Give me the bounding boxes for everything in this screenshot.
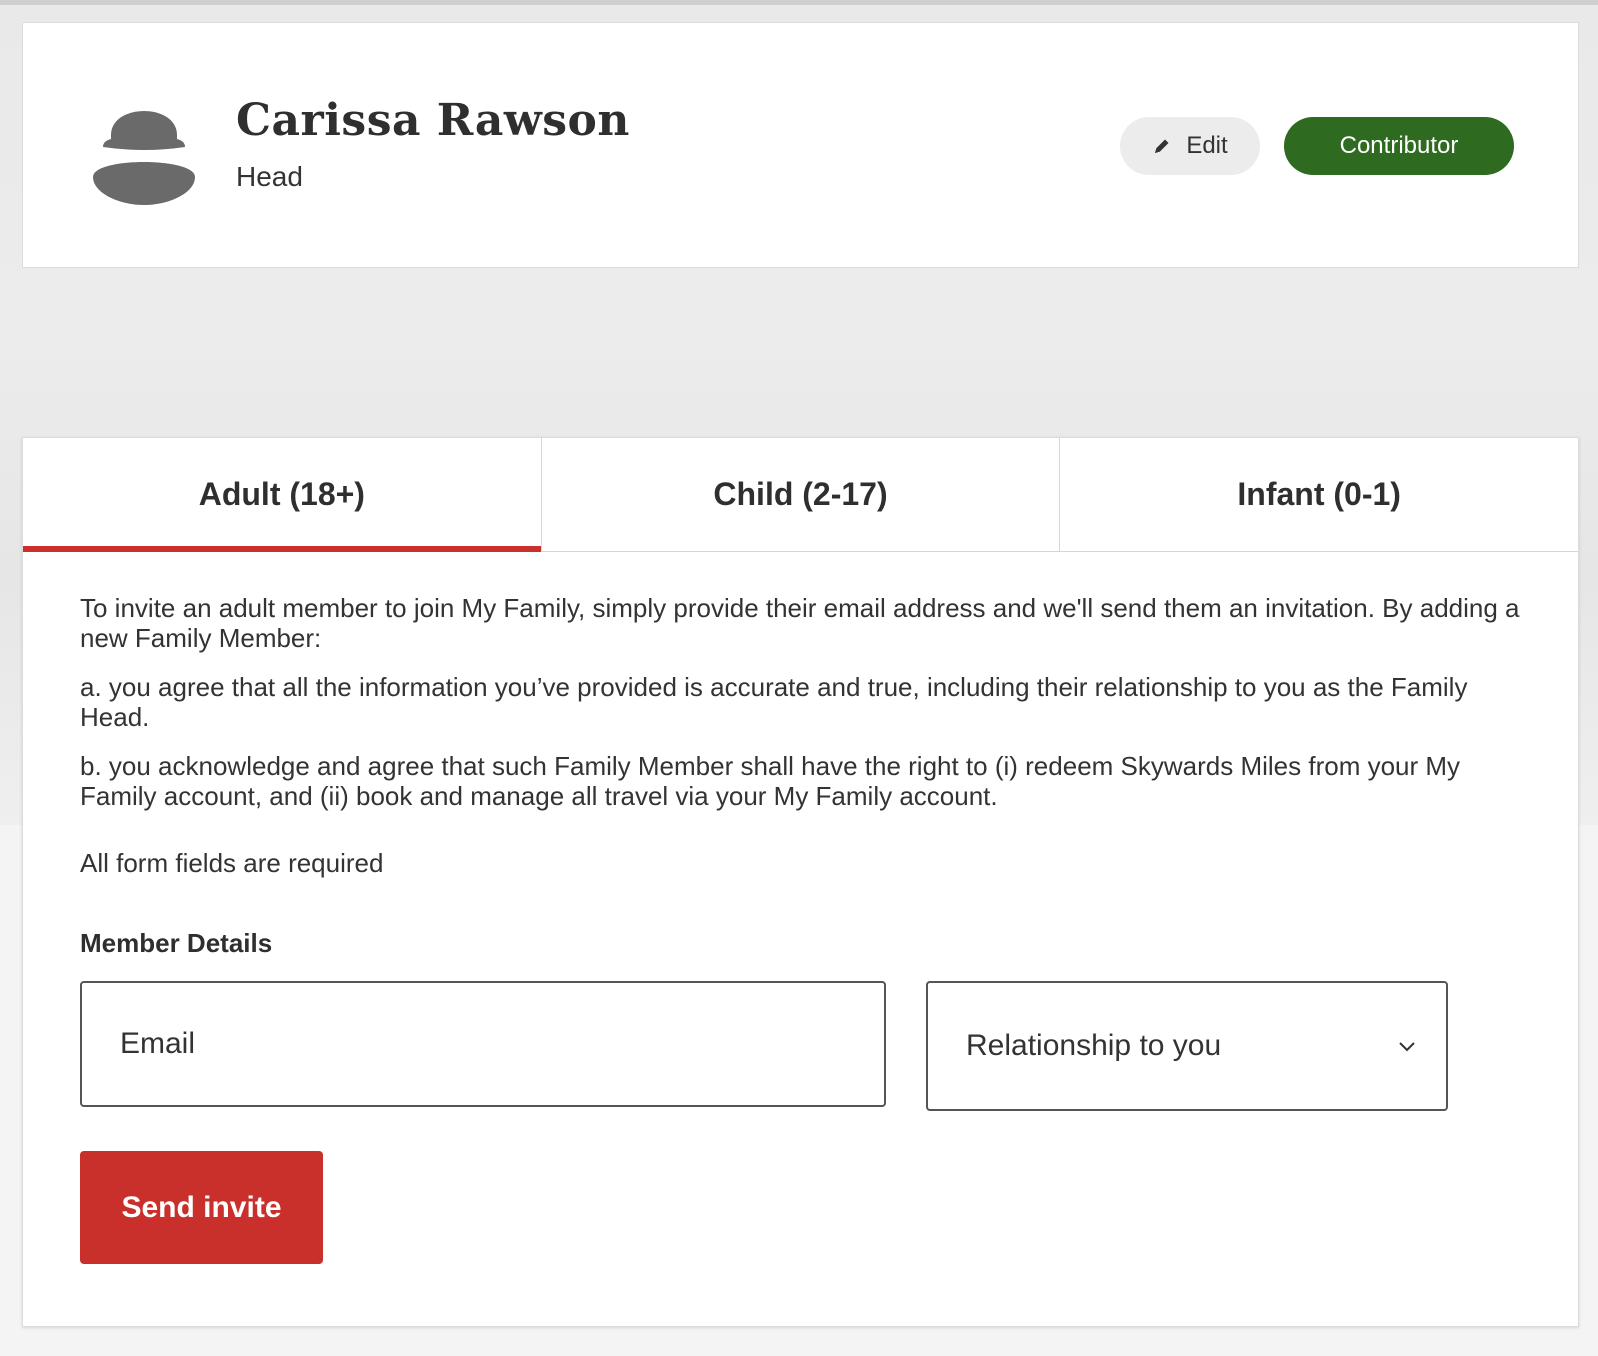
invite-instructions: To invite an adult member to join My Fam…	[80, 593, 1520, 830]
pencil-icon	[1155, 139, 1169, 153]
email-field[interactable]	[80, 981, 886, 1107]
member-name: Carissa Rawson	[236, 95, 630, 146]
tab-adult[interactable]: Adult (18+)	[23, 438, 542, 552]
chevron-down-icon	[1399, 1042, 1415, 1052]
age-tabs: Adult (18+) Child (2-17) Infant (0-1)	[23, 438, 1578, 552]
relationship-select[interactable]: Relationship to you	[926, 981, 1448, 1111]
member-details-heading: Member Details	[80, 928, 273, 958]
edit-button-label: Edit	[1186, 132, 1228, 159]
member-role: Head	[236, 161, 303, 192]
profile-card: Carissa Rawson Head Edit Contributor	[22, 22, 1579, 268]
agreement-clause-a: a. you agree that all the information yo…	[80, 672, 1468, 732]
contributor-button[interactable]: Contributor	[1284, 117, 1514, 175]
send-invite-button[interactable]: Send invite	[80, 1151, 323, 1264]
tab-child[interactable]: Child (2-17)	[542, 438, 1061, 551]
add-member-card: Adult (18+) Child (2-17) Infant (0-1) To…	[22, 437, 1579, 1327]
edit-button[interactable]: Edit	[1120, 117, 1260, 175]
instructions-paragraph: To invite an adult member to join My Fam…	[80, 593, 1520, 653]
tab-infant[interactable]: Infant (0-1)	[1060, 438, 1578, 551]
relationship-select-label: Relationship to you	[966, 1029, 1222, 1062]
agreement-clause-b: b. you acknowledge and agree that such F…	[80, 751, 1461, 811]
required-note: All form fields are required	[80, 848, 384, 878]
user-silhouette-icon	[93, 111, 195, 205]
